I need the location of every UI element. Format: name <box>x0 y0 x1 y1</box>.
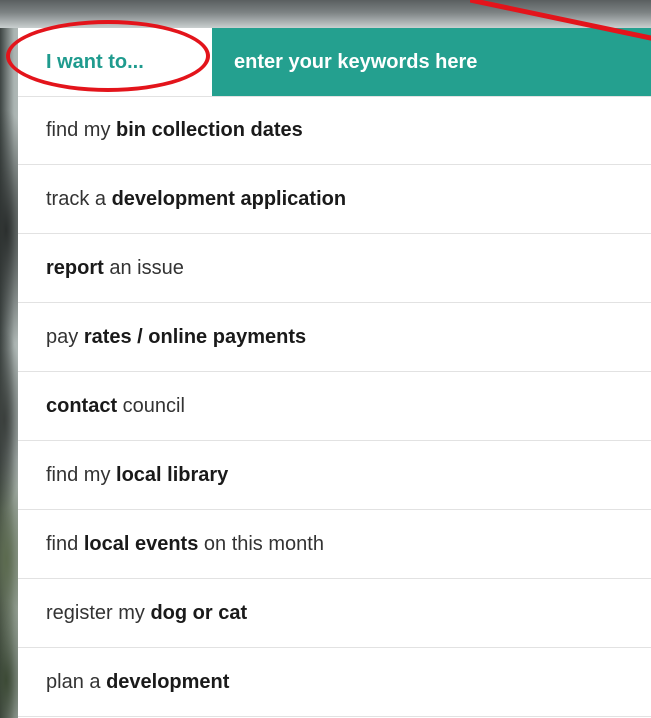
quick-link-register-pet[interactable]: register my dog or cat <box>18 579 651 648</box>
quick-link-plan-development[interactable]: plan a development <box>18 648 651 717</box>
quick-link-report-issue[interactable]: report an issue <box>18 234 651 303</box>
quick-link-contact-council[interactable]: contact council <box>18 372 651 441</box>
quick-link-bin-collection[interactable]: find my bin collection dates <box>18 96 651 165</box>
quick-link-local-events[interactable]: find local events on this month <box>18 510 651 579</box>
background-top-strip <box>0 0 651 28</box>
quick-link-local-library[interactable]: find my local library <box>18 441 651 510</box>
quick-links-list: find my bin collection dates track a dev… <box>18 96 651 717</box>
keyword-search-input[interactable] <box>232 49 636 75</box>
i-want-to-label[interactable]: I want to... <box>18 28 212 96</box>
quick-link-track-development[interactable]: track a development application <box>18 165 651 234</box>
search-bar: I want to... <box>18 28 651 96</box>
quick-link-pay-rates[interactable]: pay rates / online payments <box>18 303 651 372</box>
keyword-search-box[interactable] <box>212 28 651 96</box>
i-want-to-panel: I want to... find my bin collection date… <box>18 28 651 718</box>
